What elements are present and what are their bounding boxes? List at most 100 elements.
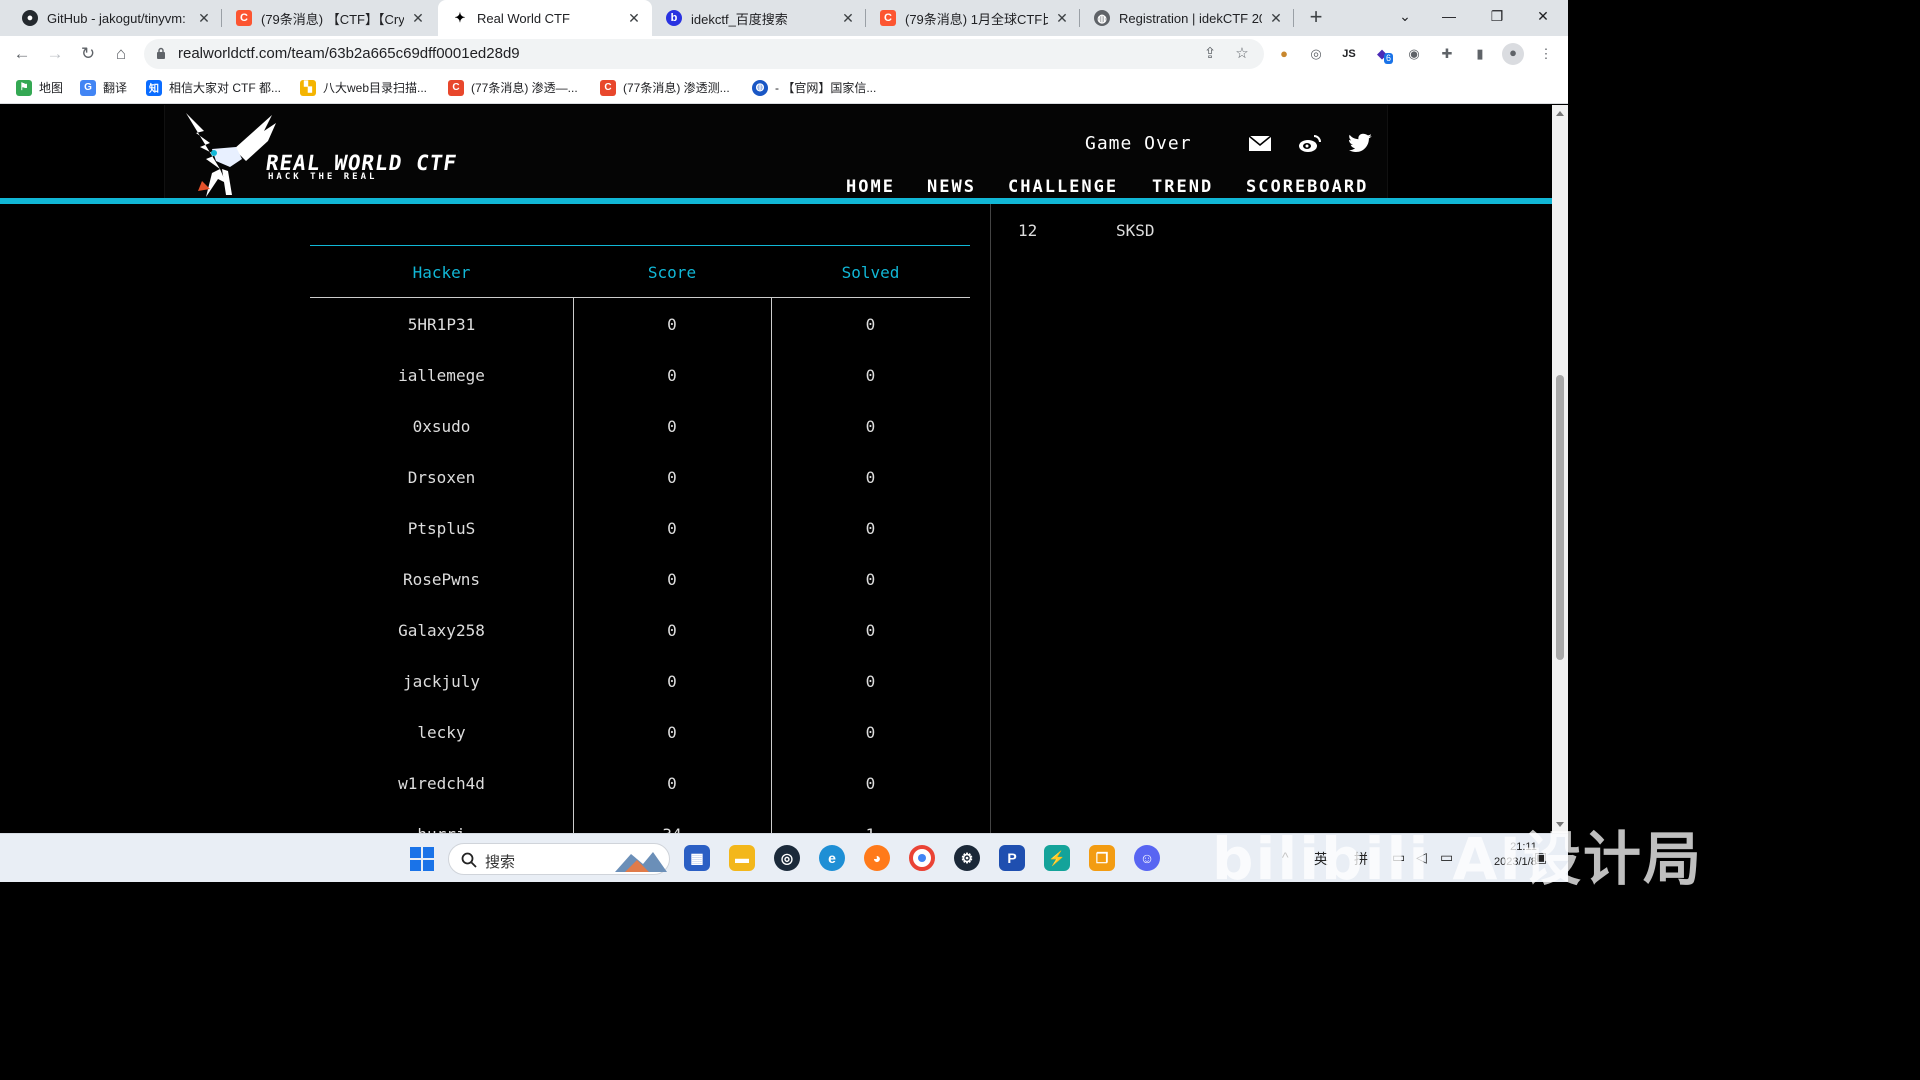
cell-score: 0 [667,774,677,793]
close-icon[interactable]: ✕ [196,10,212,27]
cookie-extension-icon[interactable]: ● [1274,44,1294,64]
cell-score: 0 [667,723,677,742]
cell-score: 0 [667,519,677,538]
cell-score: 0 [667,672,677,691]
home-button[interactable]: ⌂ [109,42,133,66]
taskbar-bolt-app-icon[interactable]: ⚡ [1044,845,1070,871]
close-icon[interactable]: ✕ [626,10,642,27]
twitter-icon[interactable] [1349,133,1373,153]
tab-csdn-ctf-january[interactable]: C (79条消息) 1月全球CTF比赛 ✕ [866,0,1080,36]
table-row-hacker-name[interactable]: Drsoxen [310,468,573,487]
extensions-puzzle-icon[interactable]: ✚ [1437,44,1457,64]
bookmark-star-icon[interactable]: ☆ [1232,44,1252,64]
profile-avatar-icon[interactable]: ● [1502,43,1524,65]
page-viewport: REAL WORLD CTF HACK THE REAL Game Over H… [0,105,1552,833]
zhihu-icon: 知 [146,79,162,96]
table-row-hacker-name[interactable]: hurri [310,825,573,833]
close-icon[interactable]: ✕ [410,10,426,27]
taskbar-file-explorer-icon[interactable]: ▬ [729,845,755,871]
minimize-button[interactable]: — [1426,0,1472,32]
table-row-hacker-name[interactable]: lecky [310,723,573,742]
maximize-button[interactable]: ❐ [1474,0,1520,32]
table-row-hacker-name[interactable]: 0xsudo [310,417,573,436]
bookmark-pentest-2[interactable]: C (77条消息) 渗透测... [600,79,730,96]
globe-icon: ◍ [752,79,768,96]
scrollbar-thumb[interactable] [1556,375,1564,660]
taskbar-firefox-icon[interactable]: ◕ [864,845,890,871]
forward-button[interactable]: → [43,42,67,66]
share-icon[interactable]: ⇪ [1200,44,1220,64]
side-panel-icon[interactable]: ▮ [1470,44,1490,64]
close-icon[interactable]: ✕ [1268,10,1284,27]
translate-icon: G [80,79,96,96]
taskbar-chrome-icon[interactable] [909,845,935,871]
tab-csdn-crypto[interactable]: C (79条消息) 【CTF】【Cryp ✕ [222,0,436,36]
taskbar-app-ring-icon[interactable]: ◎ [774,845,800,871]
reload-button[interactable]: ↻ [76,42,100,66]
nav-trend[interactable]: TREND [1152,177,1213,197]
url-text: realworldctf.com/team/63b2a665c69dff0001… [178,45,520,62]
cell-solved: 0 [865,774,876,793]
bookmark-translate[interactable]: G 翻译 [80,79,127,96]
bookmark-national-info[interactable]: ◍ - 【官网】国家信... [752,79,876,96]
close-window-button[interactable]: ✕ [1520,0,1566,32]
taskbar-store-icon[interactable]: ▦ [684,845,710,871]
tab-real-world-ctf[interactable]: ✦ Real World CTF ✕ [438,0,652,36]
bookmark-web-scan[interactable]: ▚ 八大web目录扫描... [300,79,427,96]
close-icon[interactable]: ✕ [1054,10,1070,27]
nav-home[interactable]: HOME [846,177,895,197]
nav-scoreboard[interactable]: SCOREBOARD [1246,177,1368,197]
tab-github[interactable]: ● GitHub - jakogut/tinyvm: ✕ [8,0,222,36]
cell-solved: 0 [865,417,876,436]
table-row-hacker-name[interactable]: Galaxy258 [310,621,573,640]
close-icon[interactable]: ✕ [840,10,856,27]
globe-icon: ◍ [1094,10,1110,26]
table-row-hacker-name[interactable]: iallemege [310,366,573,385]
menu-kebab-icon[interactable]: ⋮ [1536,44,1556,64]
new-tab-button[interactable]: + [1304,6,1328,30]
taskbar-edge-icon[interactable]: e [819,845,845,871]
table-row-hacker-name[interactable]: w1redch4d [310,774,573,793]
cell-score: 0 [667,570,677,589]
weibo-icon[interactable] [1298,133,1322,153]
bookmark-pentest-1[interactable]: C (77条消息) 渗透—... [448,79,578,96]
cell-solved: 0 [865,366,876,385]
nav-news[interactable]: NEWS [927,177,976,197]
cell-solved: 0 [865,621,876,640]
table-row-hacker-name[interactable]: 5HR1P31 [310,315,573,334]
taskbar-steam-icon[interactable]: ⚙ [954,845,980,871]
address-bar[interactable]: realworldctf.com/team/63b2a665c69dff0001… [144,39,1264,69]
cell-solved: 0 [865,315,876,334]
browser-tab-strip: ● GitHub - jakogut/tinyvm: ✕ C (79条消息) 【… [0,0,1568,36]
js-extension-icon[interactable]: JS [1339,44,1359,64]
table-row-hacker-name[interactable]: jackjuly [310,672,573,691]
bookmark-map[interactable]: ⚑ 地图 [16,79,63,96]
table-row-hacker-name[interactable]: RosePwns [310,570,573,589]
tab-idekctf-registration[interactable]: ◍ Registration | idekCTF 20 ✕ [1080,0,1294,36]
email-icon[interactable] [1248,133,1272,153]
github-icon: ● [22,10,38,26]
windows-start-icon[interactable] [410,847,434,871]
bookmark-zhihu-ctf[interactable]: 知 相信大家对 CTF 都... [146,79,281,96]
search-icon [461,852,477,868]
cell-solved: 0 [865,723,876,742]
taskbar-discord-icon[interactable]: ☺ [1134,845,1160,871]
taskbar-p-app-icon[interactable]: P [999,845,1025,871]
cell-score: 0 [667,621,677,640]
page-scrollbar[interactable] [1552,105,1568,833]
hackbar-extension-icon[interactable]: ◆ 6 [1372,44,1394,64]
dragon-icon: ✦ [452,10,468,26]
browser-toolbar: ← → ↻ ⌂ realworldctf.com/team/63b2a665c6… [0,36,1568,72]
taskbar-windows-app-icon[interactable]: ❐ [1089,845,1115,871]
nav-challenge[interactable]: CHALLENGE [1008,177,1118,197]
extension-gray-icon[interactable]: ◎ [1306,44,1326,64]
tab-search-chevron-icon[interactable]: ⌄ [1382,0,1428,32]
back-button[interactable]: ← [10,42,34,66]
cell-score: 34 [573,825,771,833]
taskbar-search-box[interactable]: 搜索 [448,843,670,875]
wappalyzer-extension-icon[interactable]: ◉ [1404,44,1424,64]
tab-baidu-search[interactable]: b idekctf_百度搜索 ✕ [652,0,866,36]
csdn-icon: C [600,79,616,96]
team-rank-panel [990,204,1552,833]
table-row-hacker-name[interactable]: PtspluS [310,519,573,538]
